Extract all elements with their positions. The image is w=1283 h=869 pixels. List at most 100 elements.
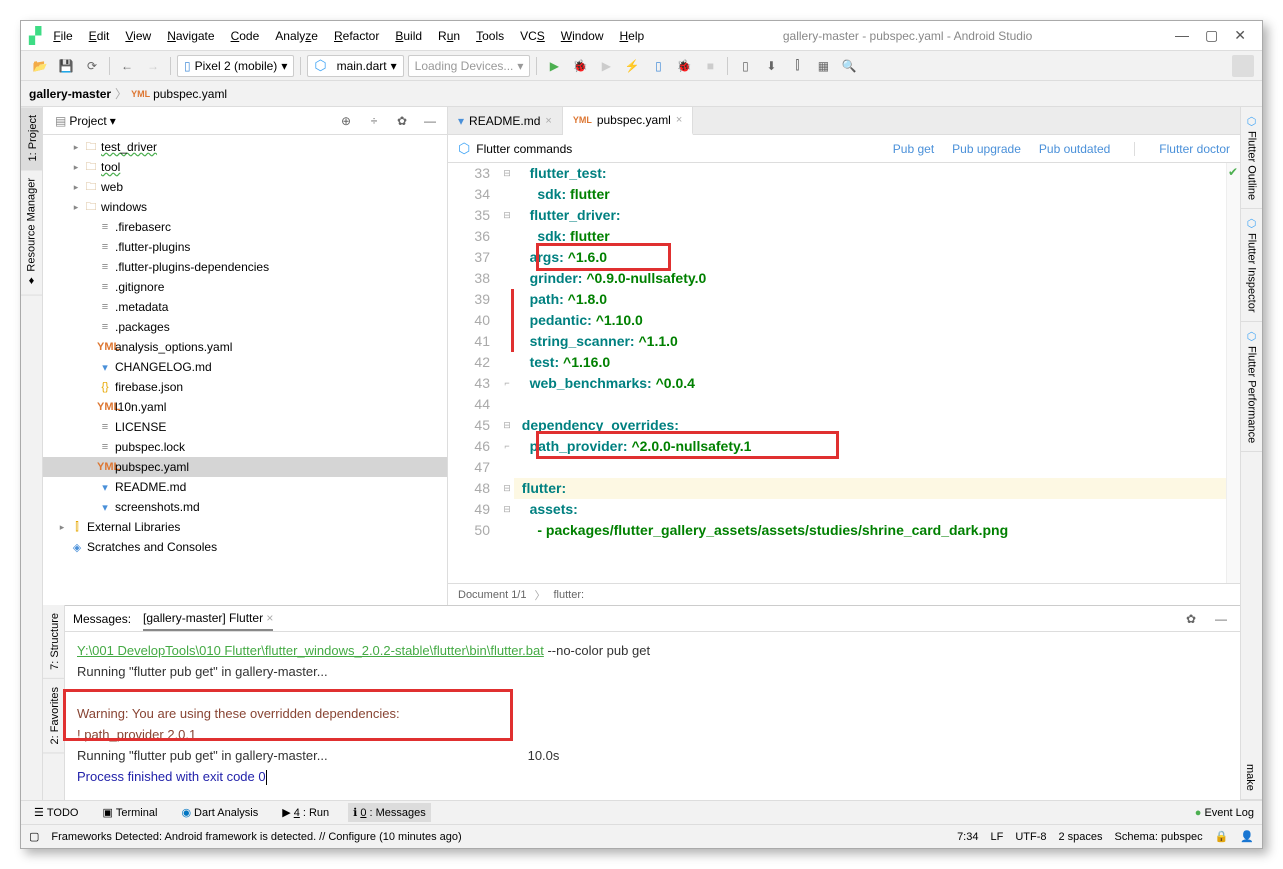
tree-item[interactable]: ≡.firebaserc	[43, 217, 447, 237]
project-view-switcher[interactable]: ▤ Project ▾	[49, 112, 122, 130]
menu-help[interactable]: Help	[611, 25, 652, 47]
lock-icon[interactable]: 🔒	[1215, 830, 1229, 843]
menu-run[interactable]: Run	[430, 25, 468, 47]
indent-info[interactable]: 2 spaces	[1059, 831, 1103, 843]
forward-icon[interactable]: →	[142, 55, 164, 77]
stop-icon[interactable]: ■	[699, 55, 721, 77]
tree-item[interactable]: ≡.gitignore	[43, 277, 447, 297]
dart-analysis-tab[interactable]: ◉Dart Analysis	[176, 803, 263, 822]
code-editor[interactable]: 333435363738394041424344454647484950 ⊟⊟⌐…	[448, 163, 1240, 583]
hot-reload-icon[interactable]: ⚡	[621, 55, 643, 77]
hide-icon[interactable]: —	[1210, 608, 1232, 630]
run-icon[interactable]: ▶	[543, 55, 565, 77]
breadcrumb-root[interactable]: gallery-master	[29, 87, 111, 101]
project-tool-tab[interactable]: 1: Project	[21, 107, 42, 170]
save-icon[interactable]: 💾	[55, 55, 77, 77]
tree-item[interactable]: ▾screenshots.md	[43, 497, 447, 517]
line-ending[interactable]: LF	[990, 831, 1003, 843]
tree-item[interactable]: ≡.metadata	[43, 297, 447, 317]
structure-tab[interactable]: 7: Structure	[43, 605, 64, 679]
tree-item[interactable]: ≡.flutter-plugins	[43, 237, 447, 257]
breadcrumb-file[interactable]: YML pubspec.yaml	[131, 87, 227, 101]
editor-tab[interactable]: ▾README.md×	[448, 107, 563, 134]
maximize-button[interactable]: ▢	[1205, 27, 1218, 44]
user-avatar[interactable]	[1232, 55, 1254, 77]
project-tree[interactable]: ▸🗀test_driver▸🗀tool▸🗀web▸🗀windows≡.fireb…	[43, 135, 447, 605]
tree-item[interactable]: ▸🗀test_driver	[43, 137, 447, 157]
menu-tools[interactable]: Tools	[468, 25, 512, 47]
tree-item[interactable]: ◈Scratches and Consoles	[43, 537, 447, 557]
console-link[interactable]: Y:\001 DevelopTools\010 Flutter\flutter_…	[77, 643, 544, 658]
debug-icon[interactable]: 🐞	[569, 55, 591, 77]
messages-console[interactable]: Y:\001 DevelopTools\010 Flutter\flutter_…	[65, 632, 1240, 800]
flutter-cmd-link[interactable]: Pub outdated	[1039, 142, 1110, 156]
menu-build[interactable]: Build	[387, 25, 430, 47]
gear-icon[interactable]: ✿	[1180, 608, 1202, 630]
profile-icon[interactable]: 🐞	[673, 55, 695, 77]
menu-analyze[interactable]: Analyze	[267, 25, 326, 47]
tree-item[interactable]: ≡LICENSE	[43, 417, 447, 437]
editor-tab[interactable]: YMLpubspec.yaml×	[563, 107, 693, 135]
tree-item[interactable]: {}firebase.json	[43, 377, 447, 397]
flutter-cmd-link[interactable]: Flutter doctor	[1159, 142, 1230, 156]
tree-item[interactable]: ≡pubspec.lock	[43, 437, 447, 457]
menu-refactor[interactable]: Refactor	[326, 25, 387, 47]
tree-item[interactable]: YMLpubspec.yaml	[43, 457, 447, 477]
open-icon[interactable]: 📂	[29, 55, 51, 77]
tree-item[interactable]: ≡.flutter-plugins-dependencies	[43, 257, 447, 277]
menu-navigate[interactable]: Navigate	[159, 25, 222, 47]
collapse-icon[interactable]: ÷	[363, 110, 385, 132]
tool-window-icon[interactable]: ▢	[29, 830, 39, 843]
hide-icon[interactable]: —	[419, 110, 441, 132]
cursor-position[interactable]: 7:34	[957, 831, 978, 843]
menu-edit[interactable]: Edit	[81, 25, 118, 47]
schema-info[interactable]: Schema: pubspec	[1115, 831, 1203, 843]
todo-tab[interactable]: ☰TODO	[29, 803, 83, 822]
back-icon[interactable]: ←	[116, 55, 138, 77]
flutter-inspector-tab[interactable]: ⬡Flutter Inspector	[1241, 209, 1262, 321]
breadcrumb-key[interactable]: flutter:	[553, 589, 584, 601]
make-tab[interactable]: make	[1241, 756, 1262, 800]
device-selector[interactable]: ▯ Pixel 2 (mobile) ▾	[177, 55, 294, 77]
file-encoding[interactable]: UTF-8	[1015, 831, 1046, 843]
messages-tab[interactable]: ℹ0: Messages	[348, 803, 431, 822]
terminal-tab[interactable]: ▣Terminal	[97, 803, 162, 822]
flutter-outline-tab[interactable]: ⬡Flutter Outline	[1241, 107, 1262, 209]
coverage-icon[interactable]: ▶	[595, 55, 617, 77]
menu-window[interactable]: Window	[553, 25, 612, 47]
menu-code[interactable]: Code	[223, 25, 268, 47]
tree-item[interactable]: ▸⫿External Libraries	[43, 517, 447, 537]
layout-icon[interactable]: ▦	[812, 55, 834, 77]
flutter-cmd-link[interactable]: Pub get	[893, 142, 934, 156]
run-tab[interactable]: ▶4: Run	[277, 803, 334, 822]
flutter-performance-tab[interactable]: ⬡Flutter Performance	[1241, 322, 1262, 452]
select-opened-icon[interactable]: ⊕	[335, 110, 357, 132]
status-message[interactable]: Frameworks Detected: Android framework i…	[51, 831, 461, 843]
menu-view[interactable]: View	[117, 25, 159, 47]
tree-item[interactable]: ≡.packages	[43, 317, 447, 337]
devices-dropdown[interactable]: Loading Devices... ▾	[408, 55, 531, 77]
structure-icon[interactable]: ⫿	[786, 55, 808, 77]
messages-subtab[interactable]: [gallery-master] Flutter ×	[143, 607, 273, 631]
search-icon[interactable]: 🔍	[838, 55, 860, 77]
tree-item[interactable]: ▾CHANGELOG.md	[43, 357, 447, 377]
menu-file[interactable]: File	[45, 25, 80, 47]
tree-item[interactable]: ▸🗀windows	[43, 197, 447, 217]
tree-item[interactable]: ▾README.md	[43, 477, 447, 497]
gear-icon[interactable]: ✿	[391, 110, 413, 132]
run-config-selector[interactable]: ⬡ main.dart ▾	[307, 55, 403, 77]
tree-item[interactable]: YMLanalysis_options.yaml	[43, 337, 447, 357]
event-log-tab[interactable]: ●Event Log	[1195, 807, 1254, 819]
sync-icon[interactable]: ⟳	[81, 55, 103, 77]
close-button[interactable]: ✕	[1234, 27, 1246, 44]
tree-item[interactable]: ▸🗀tool	[43, 157, 447, 177]
flutter-cmd-link[interactable]: Pub upgrade	[952, 142, 1021, 156]
memory-icon[interactable]: 👤	[1240, 830, 1254, 843]
menu-vcs[interactable]: VCS	[512, 25, 553, 47]
sdk-icon[interactable]: ⬇	[760, 55, 782, 77]
minimize-button[interactable]: —	[1175, 27, 1189, 44]
avd-icon[interactable]: ▯	[734, 55, 756, 77]
attach-icon[interactable]: ▯	[647, 55, 669, 77]
tree-item[interactable]: YMLl10n.yaml	[43, 397, 447, 417]
favorites-tab[interactable]: 2: Favorites	[43, 679, 64, 753]
